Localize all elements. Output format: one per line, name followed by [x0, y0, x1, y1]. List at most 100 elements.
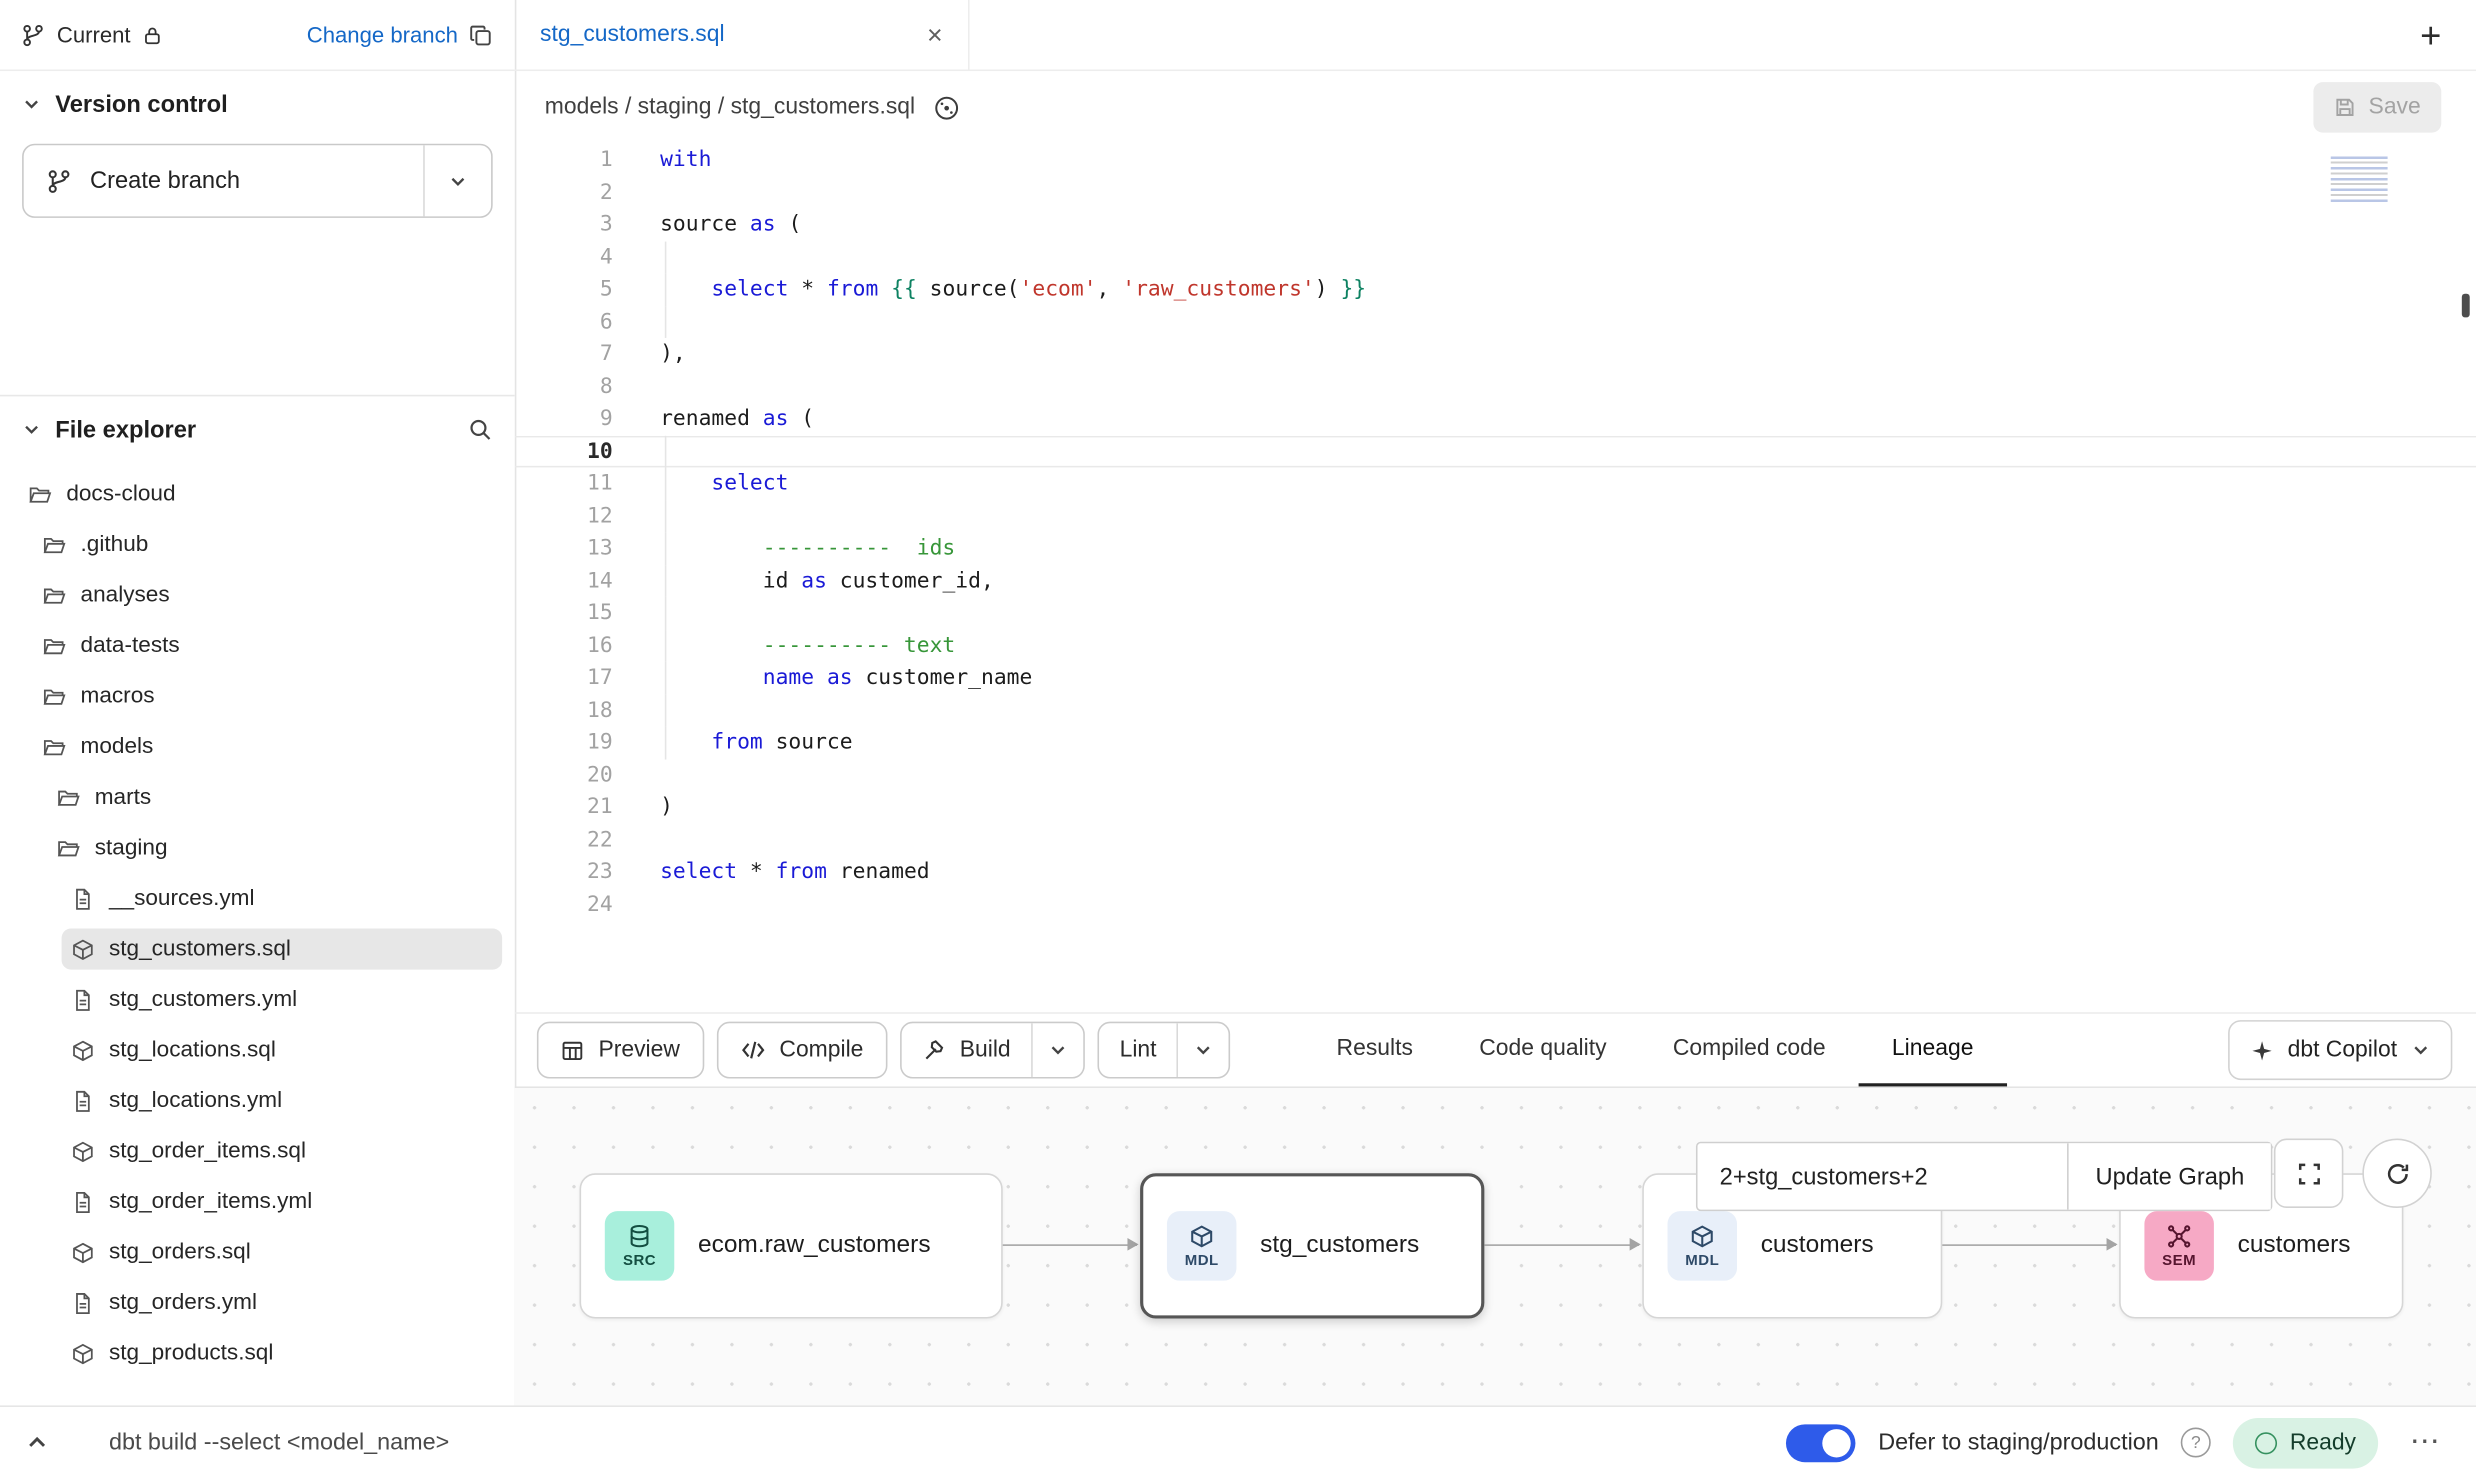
code-line: 4: [515, 241, 2476, 273]
file-tree-item[interactable]: stg_customers.sql: [0, 924, 515, 975]
results-tab-code-quality[interactable]: Code quality: [1446, 1014, 1640, 1087]
save-icon: [2334, 96, 2356, 118]
create-branch-dropdown[interactable]: [423, 145, 491, 216]
new-tab-button[interactable]: +: [2385, 13, 2476, 56]
file-tree-item[interactable]: analyses: [0, 570, 515, 621]
results-tab-results[interactable]: Results: [1303, 1014, 1446, 1087]
search-icon[interactable]: [467, 417, 492, 442]
copilot-button[interactable]: dbt Copilot: [2228, 1020, 2453, 1080]
create-branch-main[interactable]: Create branch: [24, 145, 424, 216]
version-control-header[interactable]: Version control: [0, 71, 515, 137]
results-tab-lineage[interactable]: Lineage: [1859, 1014, 2007, 1087]
file-tree-item[interactable]: .github: [0, 520, 515, 571]
line-number: 19: [515, 726, 613, 758]
line-number: 14: [515, 565, 613, 597]
file-tree-item[interactable]: stg_orders.yml: [0, 1277, 515, 1328]
file-tree-item[interactable]: staging: [0, 823, 515, 874]
file-tree-item-content: stg_locations.sql: [62, 1030, 503, 1071]
file-explorer-header[interactable]: File explorer: [0, 396, 515, 462]
file-label: stg_products.sql: [109, 1341, 273, 1366]
arrowhead-icon: [1630, 1238, 1641, 1251]
line-number: 23: [515, 856, 613, 888]
lineage-edge: [1942, 1244, 2116, 1246]
preview-button[interactable]: Preview: [537, 1022, 704, 1079]
lineage-selector-group: Update Graph: [1696, 1142, 2273, 1211]
file-tree-item[interactable]: stg_order_items.yml: [0, 1176, 515, 1227]
node-badge-mdl: MDL: [1668, 1211, 1737, 1280]
tab-stg-customers[interactable]: stg_customers.sql ×: [515, 0, 970, 69]
save-button[interactable]: Save: [2313, 82, 2441, 133]
badge-label: SEM: [2162, 1251, 2196, 1268]
sparkle-icon: [2250, 1038, 2274, 1062]
file-tree-item-content: marts: [47, 777, 502, 818]
chevron-down-icon: [22, 420, 41, 439]
dbt-file-icon[interactable]: [933, 94, 960, 121]
lint-main[interactable]: Lint: [1099, 1023, 1177, 1077]
file-tree-item[interactable]: stg_orders.sql: [0, 1227, 515, 1278]
compile-button[interactable]: Compile: [716, 1022, 887, 1079]
code-editor[interactable]: 1with23source as (45 select * from {{ so…: [515, 144, 2476, 1013]
line-number: 9: [515, 403, 613, 435]
folder-icon: [43, 634, 67, 658]
ready-badge[interactable]: Ready: [2233, 1417, 2378, 1468]
file-label: analyses: [81, 583, 170, 608]
branch-bar: Current Change branch: [0, 0, 515, 71]
result-tabs: ResultsCode qualityCompiled codeLineage: [1303, 1014, 2006, 1087]
file-icon: [71, 988, 95, 1012]
lineage-edge: [1003, 1244, 1137, 1246]
results-tab-compiled-code[interactable]: Compiled code: [1640, 1014, 1859, 1087]
code-line: 1with: [515, 144, 2476, 176]
build-dropdown[interactable]: [1031, 1023, 1083, 1077]
file-tree-item[interactable]: models: [0, 722, 515, 773]
file-tree: docs-cloud.github analyses data-testsmacro…: [0, 463, 515, 1379]
overflow-menu-button[interactable]: ⋯: [2400, 1424, 2451, 1460]
line-number: 10: [515, 435, 613, 467]
branch-icon: [47, 168, 72, 193]
code-text: name as customer_name: [660, 662, 1032, 694]
main-panel: stg_customers.sql × + models / staging /…: [515, 0, 2476, 1405]
arrowhead-icon: [2107, 1238, 2118, 1251]
lineage-node-stg_customers[interactable]: MDLstg_customers: [1140, 1173, 1484, 1318]
file-tree-item[interactable]: marts: [0, 772, 515, 823]
version-control-title: Version control: [55, 91, 227, 118]
scrollbar-thumb[interactable]: [2462, 294, 2470, 318]
file-tree-item[interactable]: data-tests: [0, 621, 515, 672]
file-tree-item[interactable]: macros: [0, 671, 515, 722]
file-tree-item[interactable]: docs-cloud: [0, 469, 515, 520]
file-tree-item[interactable]: stg_customers.yml: [0, 974, 515, 1025]
cube-icon: [1690, 1223, 1715, 1248]
file-label: stg_orders.sql: [109, 1240, 251, 1265]
file-tree-item[interactable]: stg_locations.sql: [0, 1025, 515, 1076]
file-label: marts: [95, 785, 151, 810]
code-text: source as (: [660, 208, 801, 240]
code-line: 20: [515, 759, 2476, 791]
code-line: 19 from source: [515, 726, 2476, 758]
ready-label: Ready: [2290, 1430, 2356, 1455]
model-icon: [71, 1139, 95, 1163]
collapse-chevron-icon[interactable]: [25, 1431, 49, 1455]
lineage-panel[interactable]: SRCecom.raw_customers MDLstg_customers MDL…: [515, 1088, 2476, 1410]
file-tree-item[interactable]: __sources.yml: [0, 873, 515, 924]
update-graph-button[interactable]: Update Graph: [2067, 1143, 2271, 1209]
file-tree-item[interactable]: stg_products.sql: [0, 1328, 515, 1379]
copy-icon[interactable]: [469, 23, 493, 47]
fullscreen-button[interactable]: [2274, 1139, 2343, 1208]
file-tree-item-content: stg_locations.yml: [62, 1080, 503, 1121]
tab-close-icon[interactable]: ×: [927, 21, 943, 48]
lineage-node-ecom-raw_customers[interactable]: SRCecom.raw_customers: [580, 1173, 1003, 1318]
help-icon[interactable]: ?: [2181, 1428, 2211, 1458]
lint-dropdown[interactable]: [1177, 1023, 1229, 1077]
create-branch-button[interactable]: Create branch: [22, 144, 493, 218]
refresh-button[interactable]: [2362, 1139, 2431, 1208]
defer-toggle[interactable]: [1787, 1424, 1856, 1462]
expand-icon: [2295, 1160, 2322, 1187]
file-label: stg_customers.sql: [109, 936, 291, 961]
file-tree-item[interactable]: stg_order_items.sql: [0, 1126, 515, 1177]
file-tree-item[interactable]: stg_locations.yml: [0, 1075, 515, 1126]
lineage-selector-input[interactable]: [1698, 1143, 2068, 1209]
change-branch-link[interactable]: Change branch: [307, 22, 458, 47]
minimap[interactable]: [2331, 156, 2388, 203]
build-main[interactable]: Build: [901, 1023, 1031, 1077]
line-number: 4: [515, 241, 613, 273]
code-line: 13 ---------- ids: [515, 532, 2476, 564]
